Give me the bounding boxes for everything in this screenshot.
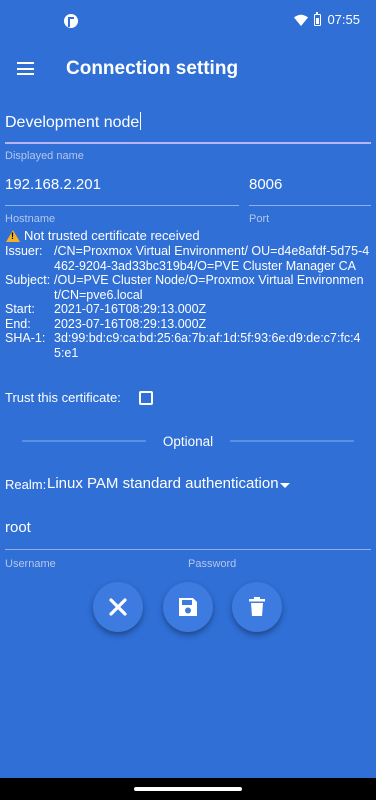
battery-icon <box>314 11 322 26</box>
cert-label: Issuer: <box>5 244 43 258</box>
password-hint[interactable]: Password <box>188 558 236 570</box>
cert-row-start: Start: 2021-07-16T08:29:13.000Z <box>5 302 370 317</box>
cert-value: 2023-07-16T08:29:13.000Z <box>54 316 207 331</box>
trust-certificate-checkbox[interactable] <box>139 391 153 405</box>
app-notification-icon <box>64 14 78 28</box>
node-name-value: Development node <box>5 114 140 131</box>
wifi-icon <box>294 14 309 26</box>
warning-icon <box>6 229 20 242</box>
hostname-underline <box>5 205 239 206</box>
delete-button[interactable] <box>232 582 282 632</box>
delete-icon <box>249 597 265 616</box>
username-hint: Username <box>5 558 56 570</box>
status-bar: 07:55 <box>0 0 376 42</box>
trust-certificate-label: Trust this certificate: <box>5 390 121 405</box>
cert-row-subject: Subject: /OU=PVE Cluster Node/O=Proxmox … <box>5 273 370 302</box>
cert-row-sha1: SHA-1: 3d:99:bd:c9:ca:bd:25:6a:7b:af:1d:… <box>5 331 370 360</box>
cancel-button[interactable] <box>93 582 143 632</box>
close-icon <box>109 598 127 616</box>
save-icon <box>179 598 197 616</box>
port-hint: Port <box>249 213 270 225</box>
node-name-input[interactable]: Development node <box>5 108 371 144</box>
cert-row-end: End: 2023-07-16T08:29:13.000Z <box>5 317 370 332</box>
cert-value: /OU=PVE Cluster Node/O=Proxmox Virtual E… <box>54 273 364 302</box>
cert-value: 2021-07-16T08:29:13.000Z <box>54 302 207 316</box>
cert-label: Subject: <box>5 273 51 287</box>
realm-select[interactable]: Linux PAM standard authentication <box>47 475 279 492</box>
cert-label: End: <box>5 316 31 331</box>
cert-label: SHA-1: <box>5 331 46 345</box>
text-caret <box>140 112 142 130</box>
hostname-input[interactable]: 192.168.2.201 <box>5 176 101 193</box>
optional-divider-right <box>230 440 354 442</box>
status-time: 07:55 <box>327 12 360 27</box>
username-input[interactable]: root <box>5 519 31 536</box>
home-gesture-handle[interactable] <box>134 787 242 791</box>
cert-label: Start: <box>5 302 35 316</box>
username-underline <box>5 549 371 550</box>
cert-value: 3d:99:bd:c9:ca:bd:25:6a:7b:af:1d:5f:93:6… <box>54 331 361 360</box>
certificate-warning: Not trusted certificate received <box>6 228 200 243</box>
port-input[interactable]: 8006 <box>249 176 282 193</box>
warning-text: Not trusted certificate received <box>24 228 200 243</box>
menu-icon[interactable] <box>17 62 34 75</box>
cert-value: /CN=Proxmox Virtual Environment/ OU=d4e8… <box>54 244 370 273</box>
system-navigation-bar <box>0 778 376 800</box>
realm-label: Realm: <box>5 477 47 492</box>
page-title: Connection setting <box>66 58 239 79</box>
certificate-details: Issuer: /CN=Proxmox Virtual Environment/… <box>5 244 370 360</box>
chevron-down-icon[interactable] <box>280 483 290 488</box>
node-name-hint: Displayed name <box>5 150 84 162</box>
save-button[interactable] <box>163 582 213 632</box>
cert-row-issuer: Issuer: /CN=Proxmox Virtual Environment/… <box>5 244 370 273</box>
port-underline <box>249 205 371 206</box>
toolbar: Connection setting <box>0 42 376 98</box>
hostname-hint: Hostname <box>5 213 56 225</box>
status-icons: 07:55 <box>294 11 360 27</box>
